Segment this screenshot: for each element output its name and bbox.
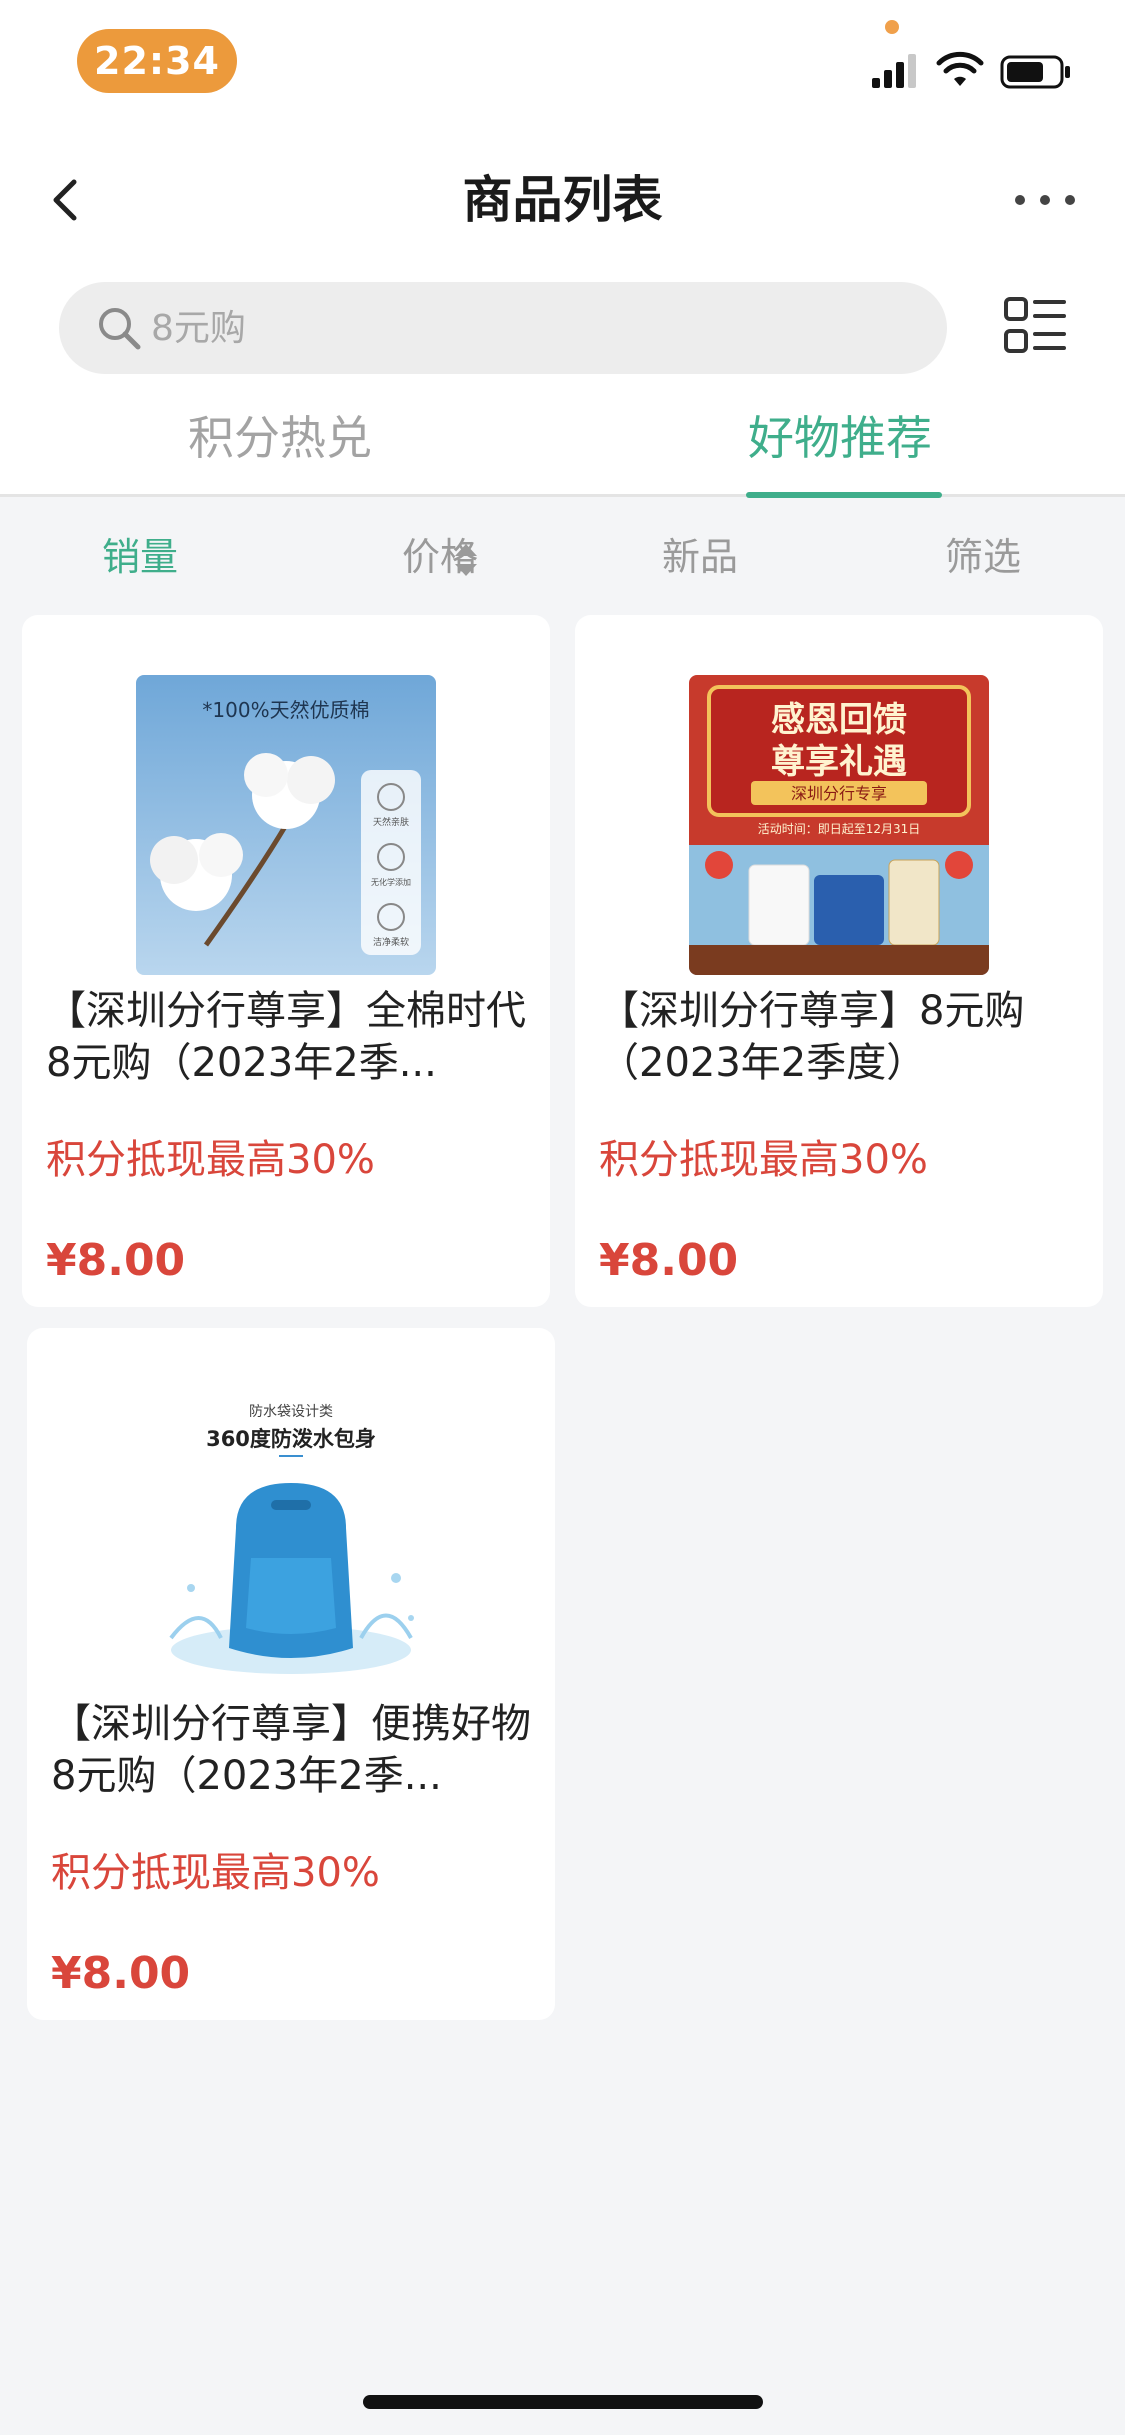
product-price: ¥8.00 [46, 1235, 186, 1286]
cotton-image-text: *100%天然优质棉 [202, 698, 369, 722]
gift-headline-1: 感恩回馈 [771, 700, 907, 740]
backpack-caption-1: 防水袋设计类 [249, 1404, 333, 1420]
sort-by-new[interactable]: 新品 [620, 500, 780, 615]
cotton-badge-1: 天然亲肤 [373, 816, 409, 828]
filter-button[interactable]: 筛选 [903, 500, 1063, 615]
backpack-caption-2: 360度防泼水包身 [206, 1427, 376, 1451]
page-title: 商品列表 [462, 171, 663, 229]
cotton-badge-3: 洁净柔软 [373, 936, 409, 948]
recording-indicator-icon [885, 20, 899, 34]
more-horizontal-icon[interactable] [1010, 180, 1080, 220]
gift-headline-2: 尊享礼遇 [771, 742, 907, 782]
sort-bar: 销量 价格 新品 筛选 [0, 500, 1125, 615]
home-indicator[interactable] [363, 2395, 763, 2409]
status-bar: 22:34 [0, 0, 1125, 130]
search-box[interactable] [59, 282, 947, 374]
navigation-bar: 商品列表 [0, 140, 1125, 260]
product-image-cotton: *100%天然优质棉 天然亲肤 无化学添加 洁净柔软 [136, 675, 436, 975]
sort-arrows-icon[interactable] [452, 540, 480, 580]
product-promo: 积分抵现最高30% [599, 1137, 928, 1183]
product-promo: 积分抵现最高30% [46, 1137, 375, 1183]
product-image-gift: 感恩回馈 尊享礼遇 深圳分行专享 活动时间：即日起至12月31日 [689, 675, 989, 975]
grid-list-toggle-icon[interactable] [1003, 294, 1067, 358]
battery-icon [1000, 55, 1070, 89]
product-promo: 积分抵现最高30% [51, 1850, 380, 1896]
product-title: 【深圳分行尊享】8元购（2023年2季度） [599, 988, 1025, 1086]
sort-by-sales[interactable]: 销量 [60, 500, 220, 615]
search-icon [99, 308, 141, 350]
tab-recommended[interactable]: 好物推荐 [690, 395, 990, 497]
sort-by-price[interactable]: 价格 [360, 500, 520, 615]
tab-points-exchange[interactable]: 积分热兑 [130, 395, 430, 497]
category-tabs: 积分热兑 好物推荐 [0, 395, 1125, 498]
gift-branch-label: 深圳分行专享 [791, 784, 887, 803]
product-card[interactable]: 感恩回馈 尊享礼遇 深圳分行专享 活动时间：即日起至12月31日 【深圳分行尊享… [575, 615, 1103, 1307]
active-tab-indicator [746, 492, 942, 498]
product-title: 【深圳分行尊享】便携好物8元购（2023年2季... [51, 1701, 531, 1799]
product-title: 【深圳分行尊享】全棉时代8元购（2023年2季... [46, 988, 526, 1086]
signal-icon [872, 54, 916, 88]
product-image-backpack: 防水袋设计类 360度防泼水包身 [141, 1388, 441, 1688]
gift-date-label: 活动时间：即日起至12月31日 [758, 822, 921, 836]
product-price: ¥8.00 [51, 1948, 191, 1999]
product-card[interactable]: *100%天然优质棉 天然亲肤 无化学添加 洁净柔软 【深圳分行尊享】全棉时代8… [22, 615, 550, 1307]
product-card[interactable]: 防水袋设计类 360度防泼水包身 【深圳分行尊享】便携好物8元购（2023年2季… [27, 1328, 555, 2020]
search-row [0, 280, 1125, 376]
wifi-icon [936, 51, 984, 86]
cotton-badge-2: 无化学添加 [371, 877, 411, 887]
product-list-page: 22:34 商品列表 8元购 积分热兑 好物推荐 销量 价格 新品 筛选 *10… [0, 0, 1125, 2435]
status-time: 22:34 [77, 29, 237, 93]
search-input[interactable] [151, 282, 911, 374]
product-price: ¥8.00 [599, 1235, 739, 1286]
back-chevron-icon[interactable] [38, 170, 98, 230]
